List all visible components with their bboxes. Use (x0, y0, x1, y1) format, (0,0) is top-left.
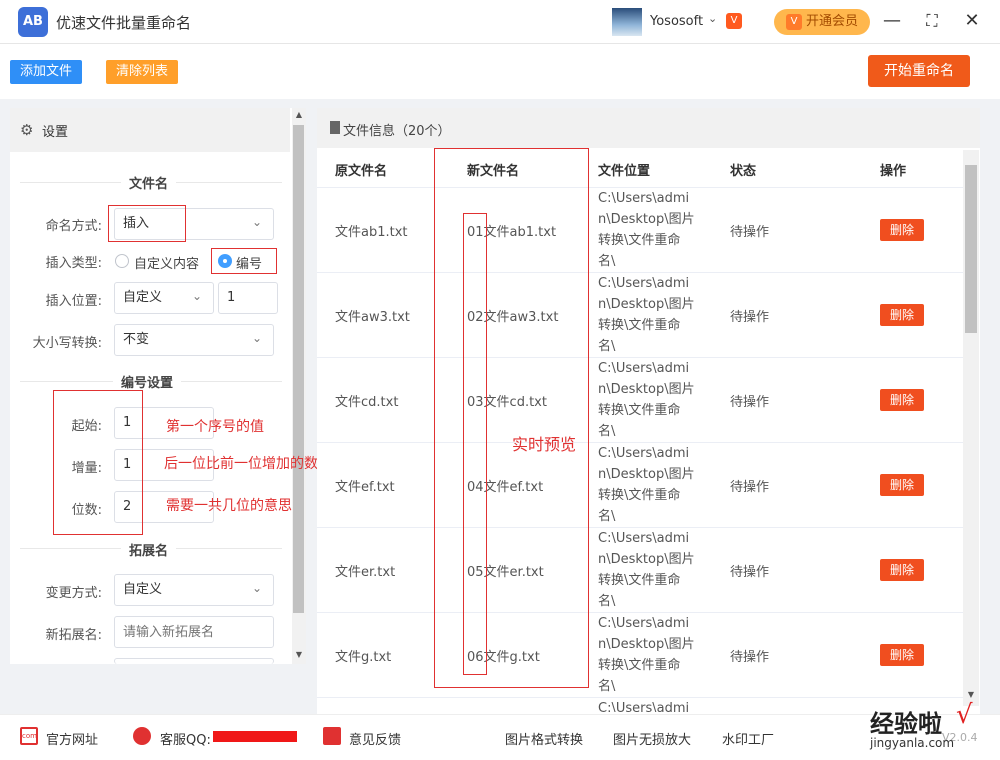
watermark-factory-link[interactable]: 水印工厂 (722, 729, 774, 748)
close-button[interactable]: ✕ (960, 10, 984, 34)
qq-number-redacted (213, 731, 297, 742)
status-text: 待操作 (730, 310, 770, 325)
file-location: C:\Users\admi n\Desktop\图片 转换\文件重命 名\ (598, 276, 695, 354)
support-icon (133, 727, 151, 745)
annotation-box (434, 148, 589, 688)
column-header-original: 原文件名 (335, 164, 388, 179)
new-ext-input[interactable] (114, 616, 274, 648)
add-files-button[interactable]: 添加文件 (10, 60, 82, 84)
case-conversion-value: 不变 (123, 332, 150, 347)
ext-mode-label: 变更方式: (45, 586, 102, 601)
maximize-button[interactable]: ⛶ (920, 10, 944, 34)
status-text: 待操作 (730, 395, 770, 410)
app-logo: AB (18, 7, 48, 37)
status-text: 待操作 (730, 650, 770, 665)
filename-section-title: 文件名 (121, 173, 177, 192)
delete-button[interactable]: 删除 (880, 304, 924, 326)
case-conversion-select[interactable]: 不变 (114, 324, 274, 356)
file-location: C:\Users\admi (598, 701, 690, 712)
insert-position-number: 1 (227, 290, 236, 305)
file-icon (330, 121, 340, 134)
insert-position-value: 自定义 (123, 290, 163, 305)
vip-badge-icon: V (726, 13, 742, 29)
check-icon: √ (956, 700, 973, 730)
start-annotation: 第一个序号的值 (166, 419, 264, 435)
chevron-down-icon: ⌄ (252, 581, 263, 595)
delete-button[interactable]: 删除 (880, 474, 924, 496)
original-filename: 文件cd.txt (335, 395, 399, 410)
status-text: 待操作 (730, 225, 770, 240)
annotation-box (211, 248, 277, 274)
original-filename: 文件er.txt (335, 565, 396, 580)
column-header-action: 操作 (880, 164, 907, 179)
insert-position-label: 插入位置: (45, 294, 102, 309)
settings-title: 设置 (42, 125, 69, 140)
vip-icon: V (786, 14, 802, 30)
settings-scrollbar-thumb[interactable] (293, 125, 304, 613)
file-location: C:\Users\admi n\Desktop\图片 转换\文件重命 名\ (598, 361, 695, 439)
chevron-down-icon: ⌄ (192, 289, 203, 303)
feedback-link[interactable]: 意见反馈 (349, 729, 401, 748)
website-link[interactable]: 官方网址 (46, 729, 98, 748)
delete-button[interactable]: 删除 (880, 219, 924, 241)
radio-custom-content[interactable] (115, 254, 129, 268)
image-enlarge-link[interactable]: 图片无损放大 (613, 729, 691, 748)
preview-annotation: 实时预览 (512, 435, 577, 454)
chevron-down-icon[interactable]: ⌄ (708, 12, 717, 25)
site-watermark: 经验啦 (870, 710, 942, 738)
start-rename-button[interactable]: 开始重命名 (868, 55, 970, 87)
original-filename: 文件ab1.txt (335, 225, 408, 240)
insert-type-label: 插入类型: (45, 256, 102, 271)
case-conversion-label: 大小写转换: (32, 336, 102, 351)
annotation-box (53, 390, 143, 535)
clear-list-button[interactable]: 清除列表 (106, 60, 178, 84)
site-watermark-url: jingyanla.com (870, 736, 955, 750)
delete-button[interactable]: 删除 (880, 644, 924, 666)
annotation-box (108, 205, 186, 242)
original-filename: 文件ef.txt (335, 480, 395, 495)
feedback-icon (323, 727, 341, 745)
file-panel-title: 文件信息（20个） (343, 124, 451, 139)
insert-position-input[interactable]: 1 (218, 282, 278, 314)
user-name[interactable]: Yososoft (650, 14, 703, 29)
scroll-down-icon[interactable]: ▼ (292, 650, 306, 659)
original-filename: 文件g.txt (335, 650, 392, 665)
chevron-down-icon: ⌄ (252, 331, 263, 345)
naming-mode-label: 命名方式: (45, 219, 102, 234)
ext-mode-value: 自定义 (123, 582, 163, 597)
original-filename: 文件aw3.txt (335, 310, 410, 325)
gear-icon: ⚙ (20, 121, 34, 139)
chevron-down-icon: ⌄ (252, 215, 263, 229)
image-convert-link[interactable]: 图片格式转换 (505, 729, 583, 748)
annotation-box (463, 213, 487, 675)
file-list-scrollbar-thumb[interactable] (965, 165, 977, 333)
ext-extra-field[interactable] (114, 658, 274, 664)
status-text: 待操作 (730, 480, 770, 495)
file-location: C:\Users\admi n\Desktop\图片 转换\文件重命 名\ (598, 446, 695, 524)
minimize-button[interactable]: — (880, 10, 904, 34)
delete-button[interactable]: 删除 (880, 559, 924, 581)
status-text: 待操作 (730, 565, 770, 580)
scroll-down-icon[interactable]: ▼ (963, 690, 979, 699)
file-location: C:\Users\admi n\Desktop\图片 转换\文件重命 名\ (598, 191, 695, 269)
extension-section-title: 拓展名 (121, 540, 177, 559)
file-location: C:\Users\admi n\Desktop\图片 转换\文件重命 名\ (598, 616, 695, 694)
delete-button[interactable]: 删除 (880, 389, 924, 411)
new-ext-label: 新拓展名: (45, 628, 102, 643)
website-icon: com (20, 727, 38, 745)
support-qq-link[interactable]: 客服QQ: (160, 729, 211, 748)
app-title: 优速文件批量重命名 (56, 14, 192, 32)
radio-custom-content-label[interactable]: 自定义内容 (134, 253, 199, 272)
numbering-section-title: 编号设置 (113, 372, 182, 391)
ext-mode-select[interactable]: 自定义 (114, 574, 274, 606)
step-annotation: 后一位比前一位增加的数值 (164, 456, 332, 472)
scroll-up-icon[interactable]: ▲ (292, 110, 306, 119)
user-avatar[interactable] (612, 8, 642, 36)
column-header-status: 状态 (730, 164, 757, 179)
digits-annotation: 需要一共几位的意思 (166, 498, 292, 514)
file-location: C:\Users\admi n\Desktop\图片 转换\文件重命 名\ (598, 531, 695, 609)
column-header-location: 文件位置 (598, 164, 651, 179)
